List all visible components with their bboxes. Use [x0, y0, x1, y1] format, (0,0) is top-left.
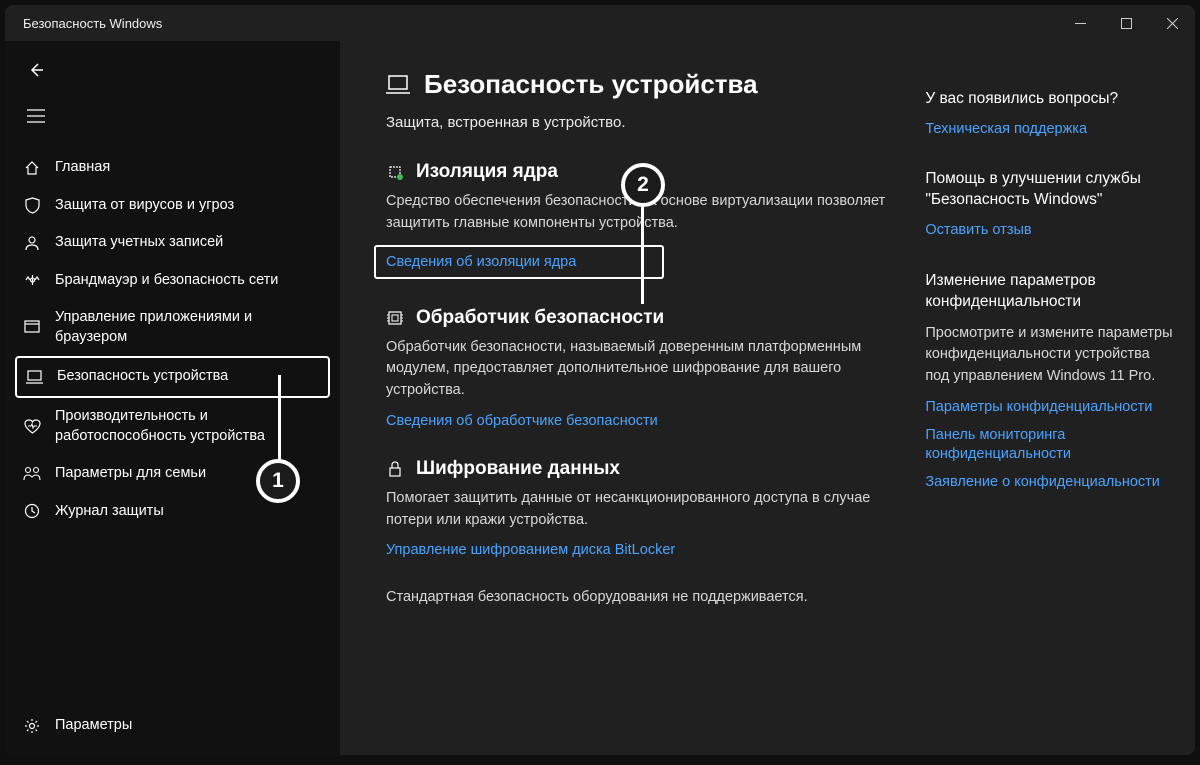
- side-privacy: Изменение параметров конфиденциальности …: [925, 271, 1175, 492]
- nav-item-account[interactable]: Защита учетных записей: [15, 224, 330, 262]
- titlebar: Безопасность Windows: [5, 5, 1195, 41]
- processor-icon: [386, 309, 404, 327]
- tech-support-link[interactable]: Техническая поддержка: [925, 120, 1175, 140]
- annotation-line-1: [278, 375, 281, 467]
- side-title: У вас появились вопросы?: [925, 89, 1175, 110]
- family-icon: [21, 466, 43, 481]
- device-icon: [23, 370, 45, 384]
- close-button[interactable]: [1149, 7, 1195, 39]
- nav-item-home[interactable]: Главная: [15, 149, 330, 187]
- nav-label: Защита учетных записей: [55, 233, 223, 253]
- device-icon: [386, 75, 410, 95]
- privacy-statement-link[interactable]: Заявление о конфиденциальности: [925, 473, 1175, 493]
- feedback-link[interactable]: Оставить отзыв: [925, 221, 1175, 241]
- nav-label: Параметры для семьи: [55, 464, 206, 484]
- security-processor-link[interactable]: Сведения об обработчике безопасности: [386, 413, 658, 429]
- hardware-security-footnote: Стандартная безопасность оборудования не…: [386, 587, 885, 609]
- history-icon: [21, 503, 43, 519]
- nav-label: Брандмауэр и безопасность сети: [55, 271, 278, 291]
- section-desc: Обработчик безопасности, называемый дове…: [386, 337, 885, 402]
- nav-label: Безопасность устройства: [57, 367, 228, 387]
- page-subtitle: Защита, встроенная в устройство.: [386, 114, 885, 131]
- privacy-settings-link[interactable]: Параметры конфиденциальности: [925, 398, 1175, 418]
- annotation-line-2: [641, 202, 644, 304]
- side-feedback: Помощь в улучшении службы "Безопасность …: [925, 169, 1175, 240]
- side-title: Изменение параметров конфиденциальности: [925, 271, 1175, 313]
- firewall-icon: [21, 273, 43, 287]
- sidebar: Главная Защита от вирусов и угроз Защита…: [5, 41, 340, 755]
- annotation-marker-2: 2: [621, 163, 665, 207]
- side-help: У вас появились вопросы? Техническая под…: [925, 89, 1175, 139]
- nav-label: Журнал защиты: [55, 502, 164, 522]
- nav-label: Главная: [55, 158, 110, 178]
- nav-label: Защита от вирусов и угроз: [55, 196, 234, 216]
- back-button[interactable]: [19, 53, 53, 87]
- nav-item-firewall[interactable]: Брандмауэр и безопасность сети: [15, 262, 330, 300]
- hamburger-menu[interactable]: [19, 99, 53, 133]
- privacy-dashboard-link[interactable]: Панель мониторинга конфиденциальности: [925, 426, 1175, 465]
- section-title-text: Обработчик безопасности: [416, 307, 664, 329]
- encryption-icon: [386, 460, 404, 478]
- bitlocker-link[interactable]: Управление шифрованием диска BitLocker: [386, 542, 675, 558]
- section-title-text: Изоляция ядра: [416, 161, 558, 183]
- account-icon: [21, 235, 43, 251]
- nav-label: Параметры: [55, 716, 132, 736]
- nav-item-app-control[interactable]: Управление приложениями и браузером: [15, 299, 330, 356]
- chip-icon: [386, 163, 404, 181]
- page-title: Безопасность устройства: [386, 69, 885, 100]
- side-desc: Просмотрите и измените параметры конфиде…: [925, 323, 1175, 388]
- nav-item-virus[interactable]: Защита от вирусов и угроз: [15, 187, 330, 225]
- main-content: Безопасность устройства Защита, встроенн…: [340, 41, 1195, 755]
- section-desc: Помогает защитить данные от несанкционир…: [386, 488, 885, 532]
- minimize-button[interactable]: [1057, 7, 1103, 39]
- app-control-icon: [21, 320, 43, 336]
- settings-icon: [21, 718, 43, 734]
- shield-icon: [21, 197, 43, 214]
- section-title-text: Шифрование данных: [416, 458, 620, 480]
- section-encryption: Шифрование данных Помогает защитить данн…: [386, 458, 885, 560]
- window-controls: [1057, 7, 1195, 39]
- home-icon: [21, 160, 43, 176]
- window-title: Безопасность Windows: [23, 16, 162, 31]
- nav-item-settings[interactable]: Параметры: [15, 707, 330, 745]
- maximize-button[interactable]: [1103, 7, 1149, 39]
- side-title: Помощь в улучшении службы "Безопасность …: [925, 169, 1175, 211]
- core-isolation-link[interactable]: Сведения об изоляции ядра: [374, 245, 664, 279]
- section-security-processor: Обработчик безопасности Обработчик безоп…: [386, 307, 885, 430]
- annotation-marker-1: 1: [256, 459, 300, 503]
- nav-item-health[interactable]: Производительность и работоспособность у…: [15, 398, 330, 455]
- nav-label: Управление приложениями и браузером: [55, 308, 320, 347]
- health-icon: [21, 419, 43, 434]
- nav-item-device-security[interactable]: Безопасность устройства: [15, 356, 330, 398]
